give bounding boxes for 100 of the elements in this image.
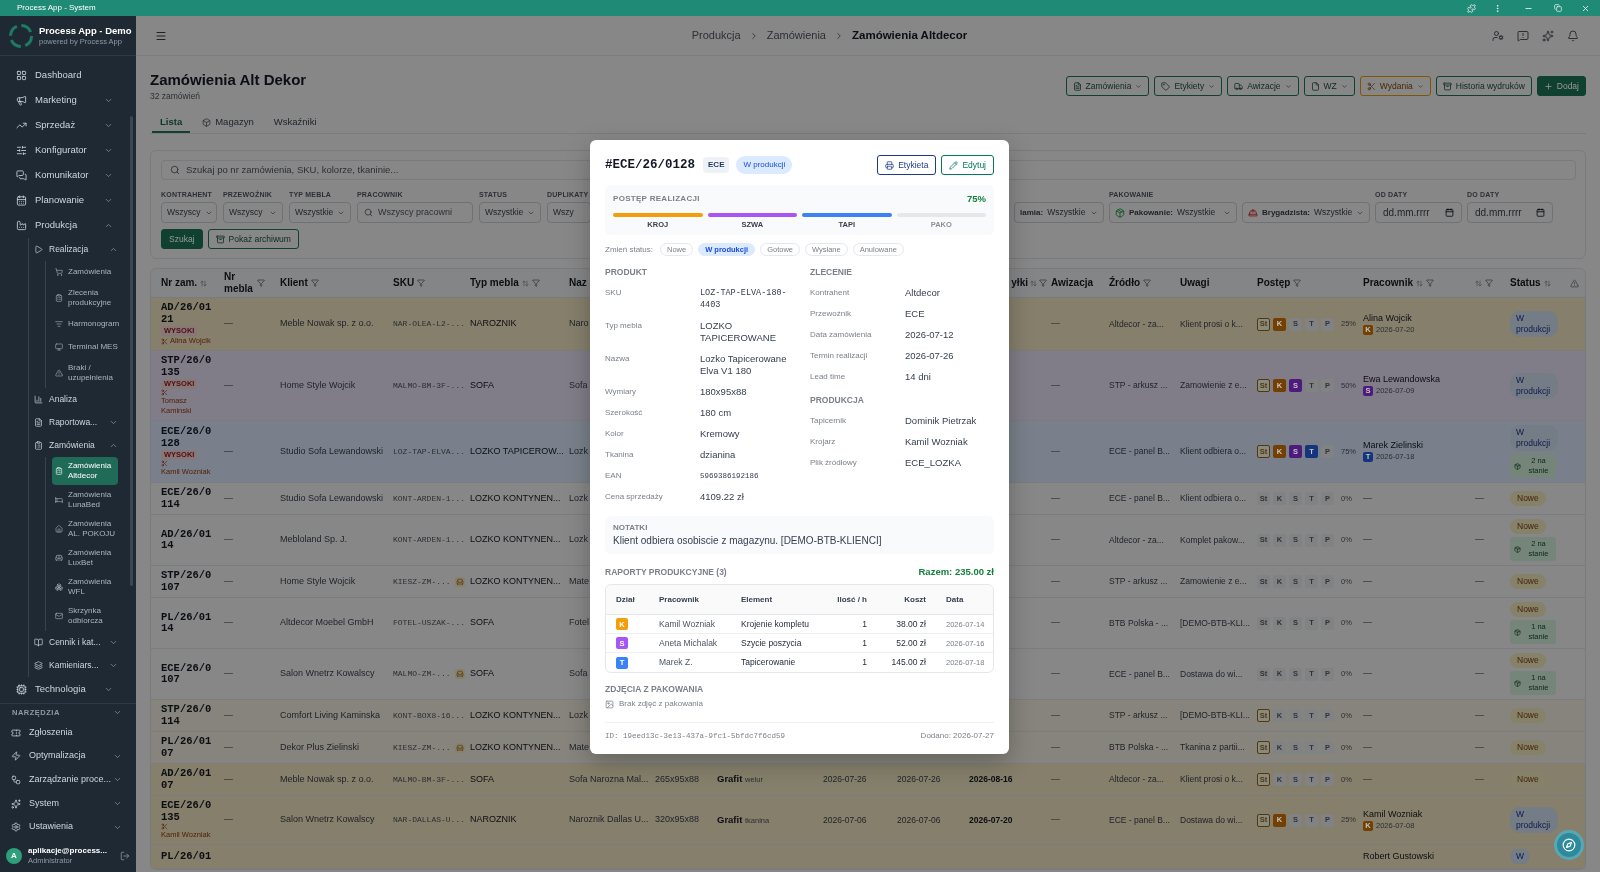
column-header: Ilość / h [836, 593, 867, 606]
empty-dash: — [1051, 708, 1060, 722]
status-pill: W produkcji [1510, 807, 1558, 833]
worker-name: Ewa Lewandowska [1363, 374, 1441, 386]
empty-dash: — [224, 378, 233, 392]
sku-code: LOZ-TAP-ELVA... [393, 445, 465, 458]
field-label: Lead time [810, 370, 847, 383]
product-name: Fotel [569, 616, 589, 630]
section-title: ZDJĘCIA Z PAKOWANIA [605, 683, 705, 696]
empty-dash: — [1051, 813, 1060, 827]
field-label: EAN [605, 469, 623, 482]
client-name: Mebloland Sp. J. [280, 533, 348, 547]
empty-dash: — [224, 574, 233, 588]
order-count: 32 zamówień [150, 90, 202, 102]
notes-text: Tkanina z partii... [1180, 741, 1245, 754]
source-text: BTB Polska - ... [1109, 741, 1169, 754]
field-label: Kontrahent [810, 286, 851, 299]
sku-code: KONT-BOX8-16... [393, 709, 465, 722]
status-pill: W produkcji [1510, 372, 1558, 399]
source-text: STP - arkusz ... [1109, 379, 1168, 392]
element-name: Tapicerowanie [741, 656, 797, 670]
field-value: 2026-07-26 [905, 349, 955, 362]
date-text: 2026-07-26 [823, 773, 867, 786]
furniture-type: LOZKO KONTYNEN... [470, 740, 561, 754]
client-name: Altdecor Moebel GmbH [280, 616, 374, 630]
user-name: aplikacje@process... [28, 845, 108, 856]
field-label: Typ mebla [605, 319, 643, 332]
field-label: Przewoźnik [810, 307, 852, 320]
empty-dash: — [1363, 491, 1372, 505]
field-label: Plik źródłowy [810, 456, 858, 469]
notes-text: Zamowienie z e... [1180, 575, 1247, 588]
source-text: STP - arkusz ... [1109, 575, 1168, 588]
product-name: Mate [569, 574, 589, 588]
furniture-type: NAROZNIK [470, 317, 517, 331]
empty-dash: — [1475, 616, 1484, 630]
empty-dash: — [1051, 491, 1060, 505]
column-header: Element [741, 593, 774, 606]
empty-dash: — [1363, 740, 1372, 754]
field-value: Altdecor [905, 286, 941, 299]
field-value: LOZKO TAPICEROWANE [700, 319, 777, 344]
section-title: NOTATKI [613, 522, 649, 533]
element-name: Krojenie kompletu [741, 617, 811, 631]
empty-dash: — [1363, 772, 1372, 786]
client-name: Studio Sofa Lewandowski [280, 491, 384, 505]
empty-dash: — [1051, 533, 1060, 547]
source-text: Altdecor - za... [1109, 773, 1164, 786]
field-value: 2026-07-12 [905, 328, 955, 341]
sku-code: MALMO-ZM-... [393, 668, 451, 680]
product-name: Naroznik Dallas U... [569, 813, 649, 827]
field-value: 180x95x88 [700, 385, 748, 398]
field-label: Kolor [605, 427, 625, 440]
empty-dash: — [1475, 740, 1484, 754]
empty-dash: — [1475, 667, 1484, 681]
empty-dash: — [1051, 616, 1060, 630]
sku-code: KIESZ-ZM-... [393, 741, 451, 754]
notes-text: Klient odbiera osobiscie z magazynu. [DEMO-BTB-KLIENCI] [613, 534, 883, 548]
total-amount: Razem: 235.00 zł [918, 565, 994, 579]
field-value: LOZ-TAP-ELVA-180-4403 [700, 286, 788, 311]
field-label: Tapicernik [810, 414, 847, 427]
section-title: PRODUKT [605, 266, 649, 278]
product-name: Sofa [569, 378, 588, 392]
source-text: Altdecor - za... [1109, 533, 1164, 547]
notes-text: Klient prosi o k... [1180, 773, 1243, 786]
client-name: Salon Wnetrz Kowalscy [280, 667, 375, 681]
status-pill: W produkcji [1510, 425, 1558, 451]
field-label: Nazwa [605, 352, 631, 365]
furniture-type: LOZKO KONTYNEN... [470, 533, 561, 547]
status-pill: W produkcji [736, 156, 793, 174]
carrier-tag: ECE [703, 157, 730, 173]
sku-code: MALMO-BM-3F-... [393, 379, 465, 392]
empty-dash: — [224, 444, 233, 458]
status-change-label: Zmień status: [605, 243, 653, 256]
product-name: Lozk [569, 491, 588, 505]
field-value: Dominik Pietrzak [905, 414, 978, 427]
section-title: RAPORTY PRODUKCYJNE (3) [605, 565, 727, 579]
client-name: Home Style Wojcik [280, 378, 356, 392]
furniture-type: SOFA [470, 616, 494, 630]
field-value: Kamil Wozniak [905, 435, 969, 448]
empty-dash: — [1051, 740, 1060, 754]
empty-dash: — [224, 772, 233, 786]
date-text: 2026-08-16 [969, 773, 1013, 786]
client-name: Comfort Living Kaminska [280, 708, 381, 722]
empty-dash: — [224, 667, 233, 681]
empty-dash: — [1475, 708, 1484, 722]
source-text: ECE - panel B... [1109, 667, 1170, 681]
empty-dash: — [1051, 772, 1060, 786]
status-pill: Nowe [1510, 653, 1546, 668]
page-title: Zamówienia Alt Dekor [150, 70, 307, 90]
empty-dash: — [224, 813, 233, 827]
worker-name: Robert Gustowski [1363, 851, 1435, 862]
product-name: Sofa [569, 667, 588, 681]
field-value: 180 cm [700, 406, 733, 419]
product-name: Lozk [569, 533, 588, 547]
quantity-text: 1 [861, 617, 867, 631]
notes-text: Dostawa do wi... [1180, 667, 1243, 681]
worker-name: Alina Wojcik [1363, 312, 1413, 324]
empty-dash: — [224, 317, 233, 331]
window-title: Process App - System [17, 4, 96, 12]
dimensions-text: 265x95x88 [655, 772, 700, 786]
quantity-text: 1 [861, 636, 867, 650]
